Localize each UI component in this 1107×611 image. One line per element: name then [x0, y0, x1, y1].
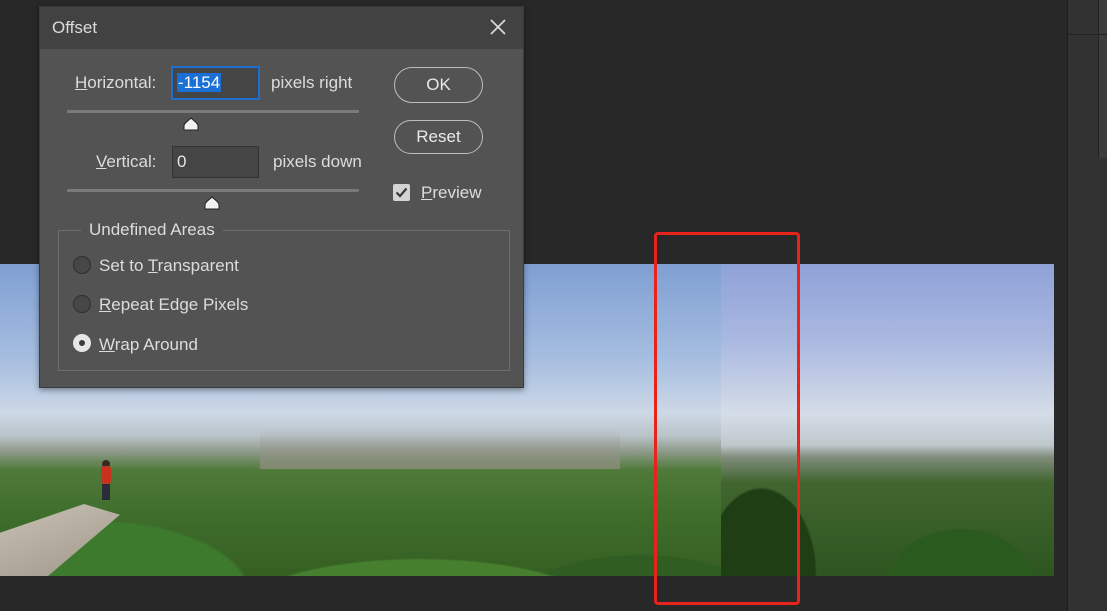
radio-wrap-around[interactable] [73, 334, 91, 352]
checkmark-icon [395, 187, 408, 198]
vertical-input[interactable]: 0 [172, 146, 259, 178]
vertical-slider-track[interactable] [67, 189, 359, 192]
vertical-label: Vertical: [96, 152, 157, 171]
panel-divider [1068, 34, 1107, 35]
reset-button[interactable]: Reset [394, 120, 483, 154]
horizontal-slider-thumb[interactable] [183, 117, 199, 131]
dialog-title: Offset [52, 18, 98, 37]
dialog-titlebar[interactable]: Offset [40, 7, 523, 49]
undefined-areas-legend: Undefined Areas [81, 220, 223, 240]
option-repeat-edge-pixels-label[interactable]: Repeat Edge Pixels [99, 295, 248, 315]
ok-button[interactable]: OK [394, 67, 483, 103]
preview-checkbox[interactable] [393, 184, 410, 201]
horizontal-label: Horizontal: [75, 73, 157, 92]
seam-highlight-box [654, 232, 800, 605]
horizontal-input[interactable]: -1154 [172, 67, 259, 99]
radio-set-to-transparent[interactable] [73, 256, 91, 274]
option-set-to-transparent-label[interactable]: Set to Transparent [99, 256, 239, 276]
image-city [260, 429, 620, 469]
option-wrap-around-label[interactable]: Wrap Around [99, 335, 198, 355]
horizontal-value: -1154 [177, 73, 222, 92]
horizontal-unit: pixels right [271, 73, 353, 92]
vertical-slider-thumb[interactable] [204, 196, 220, 210]
vertical-value: 0 [177, 152, 187, 171]
vertical-unit: pixels down [273, 152, 362, 171]
radio-repeat-edge-pixels[interactable] [73, 295, 91, 313]
image-person [98, 460, 114, 500]
panel-scroll-area[interactable] [1098, 0, 1107, 158]
preview-label[interactable]: Preview [421, 183, 481, 203]
right-panel-strip [1067, 0, 1107, 611]
offset-dialog: Offset Horizontal: -1154 pixels right Ve… [39, 6, 524, 388]
close-icon[interactable] [487, 16, 509, 38]
horizontal-slider-track[interactable] [67, 110, 359, 113]
